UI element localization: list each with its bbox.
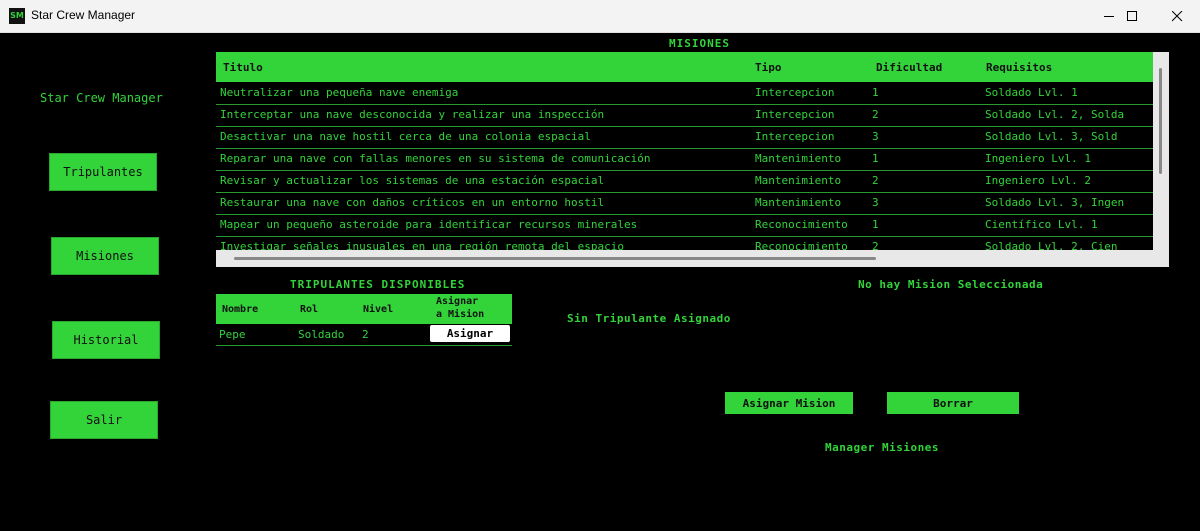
col-dificultad: Dificultad (876, 61, 943, 74)
main-content: Star Crew Manager Tripulantes Misiones H… (0, 33, 1200, 531)
vertical-scrollbar[interactable] (1159, 68, 1162, 174)
crew-title: TRIPULANTES DISPONIBLES (290, 278, 466, 291)
mission-tipo: Mantenimiento (755, 174, 842, 187)
crew-table-header: Nombre Rol Nivel Asignar a Mision (216, 294, 512, 324)
mission-row[interactable]: Interceptar una nave desconocida y reali… (216, 104, 1153, 127)
col-asignar: Asignar (436, 296, 479, 307)
assign-crew-button[interactable]: Asignar (430, 325, 510, 342)
nav-salir-button[interactable]: Salir (50, 401, 158, 439)
crew-status: Sin Tripulante Asignado (567, 312, 731, 325)
mission-row[interactable]: Mapear un pequeño asteroide para identif… (216, 214, 1153, 237)
col-nombre: Nombre (222, 304, 259, 315)
mission-requisitos: Científico Lvl. 1 (985, 218, 1098, 231)
mission-titulo: Desactivar una nave hostil cerca de una … (220, 130, 591, 143)
mission-tipo: Intercepcion (755, 86, 835, 99)
col-tipo: Tipo (755, 61, 782, 74)
mission-tipo: Mantenimiento (755, 196, 842, 209)
col-titulo: Titulo (223, 61, 263, 74)
col-rol: Rol (300, 304, 319, 315)
mission-requisitos: Soldado Lvl. 3, Ingen (985, 196, 1125, 209)
maximize-button[interactable] (1109, 0, 1155, 32)
crew-rol: Soldado (298, 328, 345, 341)
nav-tripulantes-button[interactable]: Tripulantes (49, 153, 157, 191)
close-button[interactable] (1154, 0, 1200, 32)
mission-tipo: Intercepcion (755, 130, 835, 143)
mission-dificultad: 1 (872, 86, 879, 99)
mission-requisitos: Ingeniero Lvl. 2 (985, 174, 1091, 187)
mission-row[interactable]: Revisar y actualizar los sistemas de una… (216, 170, 1153, 193)
horizontal-scrollbar[interactable] (234, 257, 876, 260)
mission-row[interactable]: Desactivar una nave hostil cerca de una … (216, 126, 1153, 149)
mission-requisitos: Soldado Lvl. 3, Sold (985, 130, 1118, 143)
maximize-icon (1127, 11, 1137, 21)
mission-row[interactable]: Investigar señales inusuales en una regi… (216, 236, 1153, 250)
mission-dificultad: 3 (872, 130, 879, 143)
mission-titulo: Interceptar una nave desconocida y reali… (220, 108, 605, 121)
manager-label: Manager Misiones (825, 441, 939, 454)
crew-nombre: Pepe (219, 328, 246, 341)
nav-misiones-button[interactable]: Misiones (51, 237, 159, 275)
mission-tipo: Reconocimiento (755, 218, 848, 231)
mission-requisitos: Soldado Lvl. 1 (985, 86, 1078, 99)
missions-table-body: Neutralizar una pequeña nave enemiga Inte… (216, 82, 1153, 250)
nav-historial-button[interactable]: Historial (52, 321, 160, 359)
mission-requisitos: Soldado Lvl. 2, Cien (985, 240, 1118, 250)
close-icon (1172, 11, 1183, 22)
mission-dificultad: 2 (872, 108, 879, 121)
mission-row[interactable]: Neutralizar una pequeña nave enemiga Inte… (216, 82, 1153, 105)
mission-titulo: Restaurar una nave con daños críticos en… (220, 196, 605, 209)
mission-titulo: Investigar señales inusuales en una regi… (220, 240, 624, 250)
missions-title: MISIONES (669, 37, 730, 50)
title-bar: SM Star Crew Manager (0, 0, 1200, 33)
assign-mission-button[interactable]: Asignar Mision (725, 392, 853, 414)
mission-dificultad: 1 (872, 218, 879, 231)
mission-titulo: Revisar y actualizar los sistemas de una… (220, 174, 605, 187)
mission-dificultad: 1 (872, 152, 879, 165)
app-icon: SM (9, 8, 25, 24)
mission-dificultad: 2 (872, 240, 879, 250)
mission-dificultad: 3 (872, 196, 879, 209)
window-title: Star Crew Manager (31, 8, 136, 22)
mission-dificultad: 2 (872, 174, 879, 187)
crew-nivel: 2 (362, 328, 369, 341)
mission-tipo: Reconocimiento (755, 240, 848, 250)
delete-button[interactable]: Borrar (887, 392, 1019, 414)
missions-table-header: Titulo Tipo Dificultad Requisitos (216, 52, 1153, 82)
mission-titulo: Neutralizar una pequeña nave enemiga (220, 86, 459, 99)
mission-tipo: Mantenimiento (755, 152, 842, 165)
mission-row[interactable]: Restaurar una nave con daños críticos en… (216, 192, 1153, 215)
col-nivel: Nivel (363, 304, 394, 315)
missions-table[interactable]: Titulo Tipo Dificultad Requisitos Neutra… (216, 52, 1169, 267)
mission-requisitos: Soldado Lvl. 2, Solda (985, 108, 1125, 121)
crew-row[interactable]: Pepe Soldado 2 Asignar (216, 324, 512, 346)
col-requisitos: Requisitos (986, 61, 1053, 74)
mission-tipo: Intercepcion (755, 108, 835, 121)
mission-status: No hay Mision Seleccionada (858, 278, 1044, 291)
sidebar-title: Star Crew Manager (40, 91, 163, 105)
col-a-mision: a Mision (436, 309, 485, 320)
mission-titulo: Mapear un pequeño asteroide para identif… (220, 218, 638, 231)
mission-titulo: Reparar una nave con fallas menores en s… (220, 152, 651, 165)
mission-requisitos: Ingeniero Lvl. 1 (985, 152, 1091, 165)
mission-row[interactable]: Reparar una nave con fallas menores en s… (216, 148, 1153, 171)
